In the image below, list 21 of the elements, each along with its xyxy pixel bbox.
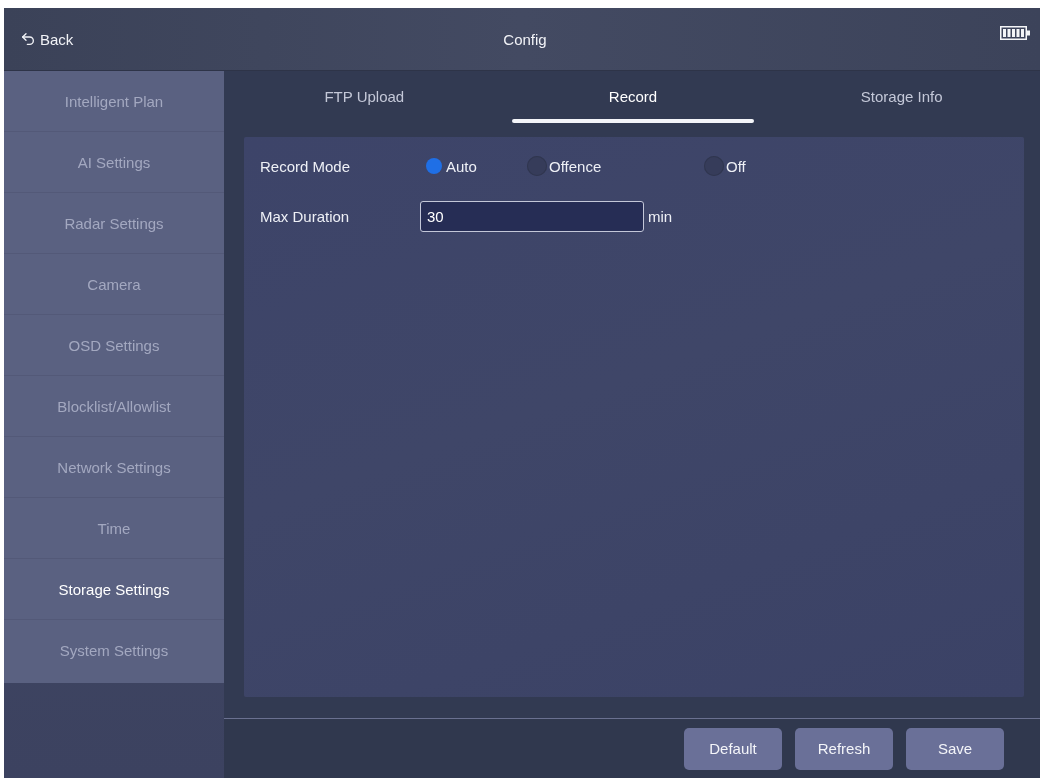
battery-icon: [1000, 26, 1030, 40]
tab[interactable]: Record: [498, 71, 768, 129]
footer-button[interactable]: Default: [684, 727, 782, 770]
field-label: Max Duration: [260, 207, 351, 225]
footer-button[interactable]: Refresh: [795, 727, 893, 770]
footer-button[interactable]: Save: [906, 727, 1004, 770]
radio-label: Auto: [446, 157, 477, 175]
sidebar-item[interactable]: System Settings: [4, 620, 224, 681]
input-field[interactable]: 30: [420, 200, 644, 232]
tab[interactable]: FTP Upload: [230, 71, 499, 129]
radio-label: Offence: [549, 157, 602, 175]
back-icon: [20, 31, 36, 47]
radio-icon[interactable]: [704, 156, 724, 176]
radio-icon[interactable]: [527, 156, 547, 176]
page-title: Config: [503, 30, 547, 48]
radio-icon[interactable]: [426, 158, 442, 174]
back-button[interactable]: Back: [20, 28, 74, 50]
tab[interactable]: Storage Info: [767, 71, 1036, 129]
field-label: Record Mode: [260, 157, 352, 175]
unit-label: min: [648, 207, 673, 225]
radio-label: Off: [726, 157, 746, 175]
